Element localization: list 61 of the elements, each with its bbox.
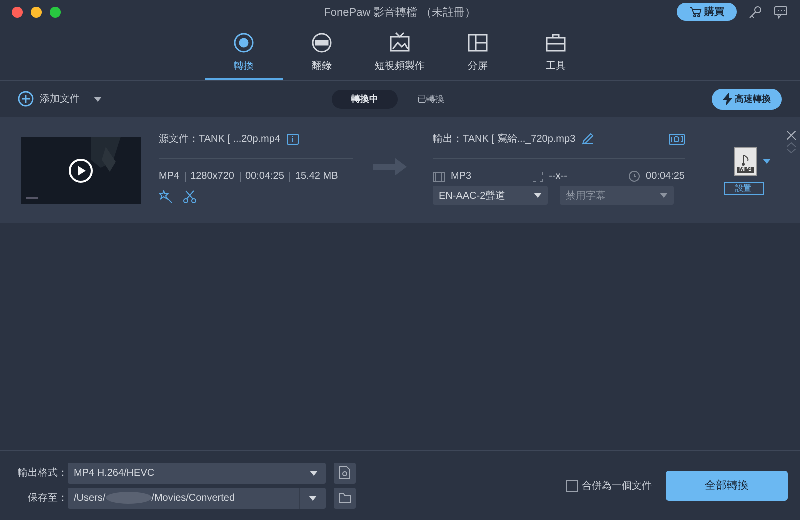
- output-duration-text: 00:04:25: [646, 171, 685, 182]
- split-screen-icon: [467, 32, 489, 54]
- tab[interactable]: 轉換: [205, 26, 283, 80]
- duration-text: 00:04:25: [246, 171, 284, 182]
- caret-icon: [763, 159, 771, 164]
- output-format-text: MP3: [451, 171, 472, 182]
- chat-icon[interactable]: [774, 6, 788, 18]
- close-button[interactable]: [12, 6, 23, 18]
- id3-tag-icon[interactable]: [669, 134, 685, 144]
- convert-all-button[interactable]: 全部轉換: [666, 470, 788, 500]
- buy-button[interactable]: 購買: [677, 3, 737, 21]
- view-tab[interactable]: 已轉換: [398, 90, 464, 108]
- scissors-icon[interactable]: [183, 190, 197, 204]
- save-to-label: 保存至：: [27, 492, 68, 505]
- resize-icon: [533, 172, 544, 182]
- format-settings-button[interactable]: [334, 462, 356, 484]
- caret-icon: [94, 97, 102, 102]
- pencil-icon[interactable]: [582, 133, 594, 145]
- merge-checkbox[interactable]: 合併為一個文件: [566, 478, 652, 492]
- tv-icon: [389, 32, 411, 54]
- add-file-button[interactable]: 添加文件: [18, 91, 80, 107]
- window-title: FonePaw 影音轉檔 （未註冊）: [324, 6, 476, 20]
- source-file-name: 源文件：TANK [ ...20p.mp4: [159, 132, 281, 146]
- disc-icon: [311, 32, 333, 54]
- fast-convert-button[interactable]: 高速轉換: [712, 88, 782, 110]
- close-icon[interactable]: [787, 131, 796, 140]
- view-tab[interactable]: 轉換中: [332, 90, 398, 108]
- privacy-blur: [106, 492, 152, 504]
- format-text: MP4: [159, 171, 180, 182]
- resolution-text: 1280x720: [190, 171, 234, 182]
- cart-icon: [690, 7, 702, 17]
- clock-icon: [629, 171, 640, 182]
- lightning-icon: [723, 92, 733, 106]
- tab[interactable]: 短視頻製作: [361, 26, 439, 80]
- settings-button[interactable]: 設置: [724, 182, 764, 195]
- magic-wand-icon[interactable]: [159, 190, 173, 204]
- plus-icon: [18, 91, 34, 107]
- film-icon: [433, 172, 445, 182]
- info-icon[interactable]: [286, 134, 299, 144]
- output-resolution-text: --x--: [549, 171, 568, 182]
- tab[interactable]: 翻錄: [283, 26, 361, 80]
- audio-track-dropdown[interactable]: EN-AAC-2聲道: [433, 186, 548, 205]
- convert-icon: [233, 32, 255, 54]
- toolbox-icon: [545, 32, 567, 54]
- caret-icon: [660, 193, 668, 198]
- file-size-text: 15.42 MB: [295, 171, 338, 182]
- minimize-button[interactable]: [31, 6, 42, 18]
- caret-icon: [309, 496, 317, 500]
- tab[interactable]: 分屏: [439, 26, 517, 80]
- tab[interactable]: 工具: [517, 26, 595, 80]
- save-path-field[interactable]: /Users/ /Movies/Converted: [68, 488, 326, 508]
- music-note-icon: [742, 155, 750, 167]
- zoom-button[interactable]: [50, 6, 61, 18]
- key-icon[interactable]: [749, 6, 762, 18]
- open-folder-button[interactable]: [334, 488, 356, 508]
- caret-icon: [310, 470, 318, 476]
- output-format-label: 輸出格式：: [17, 466, 68, 480]
- caret-icon: [534, 193, 542, 198]
- output-format-dropdown[interactable]: MP4 H.264/HEVC: [68, 462, 326, 484]
- output-file-name: 輸出：TANK [ 寫給..._720p.mp3: [433, 132, 576, 146]
- folder-icon: [338, 492, 352, 504]
